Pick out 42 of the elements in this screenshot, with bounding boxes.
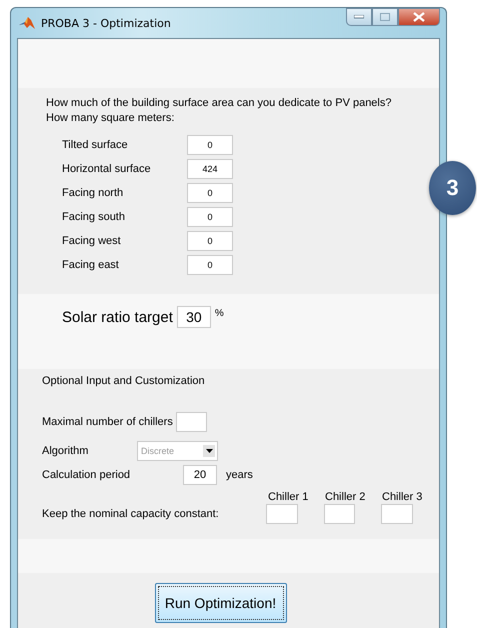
input-field[interactable]: 0 (187, 231, 233, 251)
field-label: Horizontal surface (62, 163, 152, 175)
input-field[interactable]: 0 (187, 135, 233, 155)
field-label: Algorithm (42, 445, 90, 457)
question-text: How many square meters: (46, 111, 176, 126)
step-badge: 3 (429, 161, 476, 215)
section-title: Optional Input and Customization (42, 375, 206, 388)
app-logo-icon (19, 16, 35, 30)
field-label: Maximal number of chillers (42, 416, 173, 428)
field-label: Keep the nominal capacity constant: (42, 508, 220, 520)
field-label: Calculation period (42, 469, 132, 481)
question-text: How much of the building surface area can you dedicate to PV panels? (46, 96, 392, 111)
field-label: Facing north (62, 187, 124, 199)
run-optimization-button[interactable]: Run Optimization! (154, 583, 286, 623)
close-button[interactable] (398, 8, 440, 26)
input-field[interactable] (266, 504, 298, 524)
input-field[interactable]: 0 (187, 255, 233, 275)
column-header: Chiller 3 (382, 491, 424, 503)
maximize-button[interactable] (372, 8, 398, 26)
window-title: PROBA 3 - Optimization (41, 16, 171, 30)
close-icon (413, 12, 425, 22)
input-field[interactable] (324, 504, 356, 524)
dropdown-arrow-icon (206, 449, 212, 453)
maximize-icon (380, 13, 390, 21)
field-label: Facing east (62, 259, 120, 271)
column-header: Chiller 1 (268, 491, 310, 503)
input-field[interactable] (381, 504, 414, 524)
input-field[interactable] (176, 412, 207, 432)
input-field[interactable]: 20 (183, 465, 217, 485)
input-field[interactable]: 30 (176, 306, 211, 328)
unit-label: % (214, 307, 224, 321)
field-label: Facing south (62, 211, 126, 223)
field-label: Tilted surface (62, 139, 129, 151)
input-field[interactable]: 0 (187, 207, 233, 227)
unit-label: years (226, 469, 253, 481)
input-field[interactable]: 424 (187, 159, 233, 179)
field-label: Solar ratio target (62, 308, 173, 328)
column-header: Chiller 2 (325, 491, 366, 503)
input-field[interactable]: 0 (187, 183, 233, 203)
field-label: Facing west (62, 235, 122, 247)
minimize-icon (354, 15, 364, 19)
minimize-button[interactable] (346, 8, 372, 26)
